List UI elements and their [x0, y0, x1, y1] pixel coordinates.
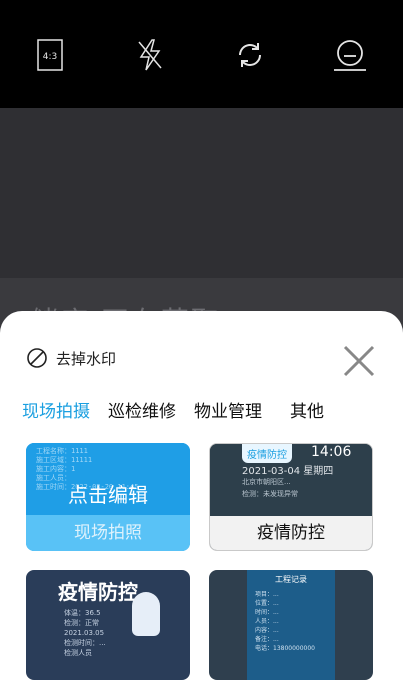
no-watermark-icon — [27, 348, 47, 368]
camera-preview — [0, 108, 403, 278]
aspect-ratio-icon[interactable]: 4:3 — [30, 35, 70, 75]
template-panel: 工程记录 项目：... 位置：... 时间：... 人员：... 内容：... … — [247, 570, 335, 680]
switch-camera-icon[interactable] — [230, 35, 270, 75]
template-badge: 疫情防控 — [242, 444, 292, 463]
template-caption: 现场拍照 — [26, 515, 190, 551]
remove-watermark-toggle[interactable]: 去掉水印 — [26, 347, 116, 369]
close-icon[interactable] — [341, 343, 377, 379]
category-tabs: 现场拍摄 巡检维修 物业管理 其他 — [20, 395, 390, 424]
template-caption: 疫情防控 — [210, 516, 372, 550]
tab-on-site[interactable]: 现场拍摄 — [20, 395, 92, 424]
template-title: 工程记录 — [275, 575, 307, 584]
tab-other[interactable]: 其他 — [288, 395, 326, 424]
template-card-epidemic[interactable]: 疫情防控 14:06 2021-03-04 星期四 北京市朝阳区... 检测：未… — [209, 443, 373, 551]
template-title: 疫情防控 — [58, 580, 138, 604]
template-overlay-lines: 北京市朝阳区... 检测：未发现异常 — [242, 478, 298, 498]
profile-icon[interactable] — [330, 35, 370, 75]
doctor-figure-icon — [132, 592, 160, 636]
flash-off-icon[interactable] — [130, 35, 170, 75]
svg-text:4:3: 4:3 — [43, 52, 57, 62]
template-overlay-lines: 项目：... 位置：... 时间：... 人员：... 内容：... 备注：..… — [255, 591, 315, 652]
template-overlay-lines: 体温：36.5 检测：正常 2021.03.05 检测时间：... 检测人员 — [64, 609, 106, 657]
tab-inspection[interactable]: 巡检维修 — [106, 395, 178, 424]
tab-property[interactable]: 物业管理 — [192, 395, 264, 424]
watermark-sheet: 去掉水印 现场拍摄 巡检维修 物业管理 其他 工程名称：1111 施工区域：11… — [0, 311, 403, 681]
remove-watermark-label: 去掉水印 — [56, 349, 117, 368]
click-to-edit-label[interactable]: 点击编辑 — [26, 479, 190, 508]
template-card-on-site-photo[interactable]: 工程名称：1111 施工区域：11111 施工内容：1 施工人员： 施工时间：2… — [26, 443, 190, 551]
template-card-engineering-record[interactable]: 工程记录 项目：... 位置：... 时间：... 人员：... 内容：... … — [209, 570, 373, 680]
camera-toolbar: 4:3 — [0, 0, 403, 108]
template-card-epidemic-poster[interactable]: 疫情防控 体温：36.5 检测：正常 2021.03.05 检测时间：... 检… — [26, 570, 190, 680]
template-date: 2021-03-04 星期四 — [242, 466, 334, 477]
template-thumbnail: 工程名称：1111 施工区域：11111 施工内容：1 施工人员： 施工时间：2… — [26, 443, 190, 515]
template-thumbnail: 疫情防控 14:06 2021-03-04 星期四 北京市朝阳区... 检测：未… — [210, 444, 372, 516]
template-time: 14:06 — [311, 444, 352, 460]
